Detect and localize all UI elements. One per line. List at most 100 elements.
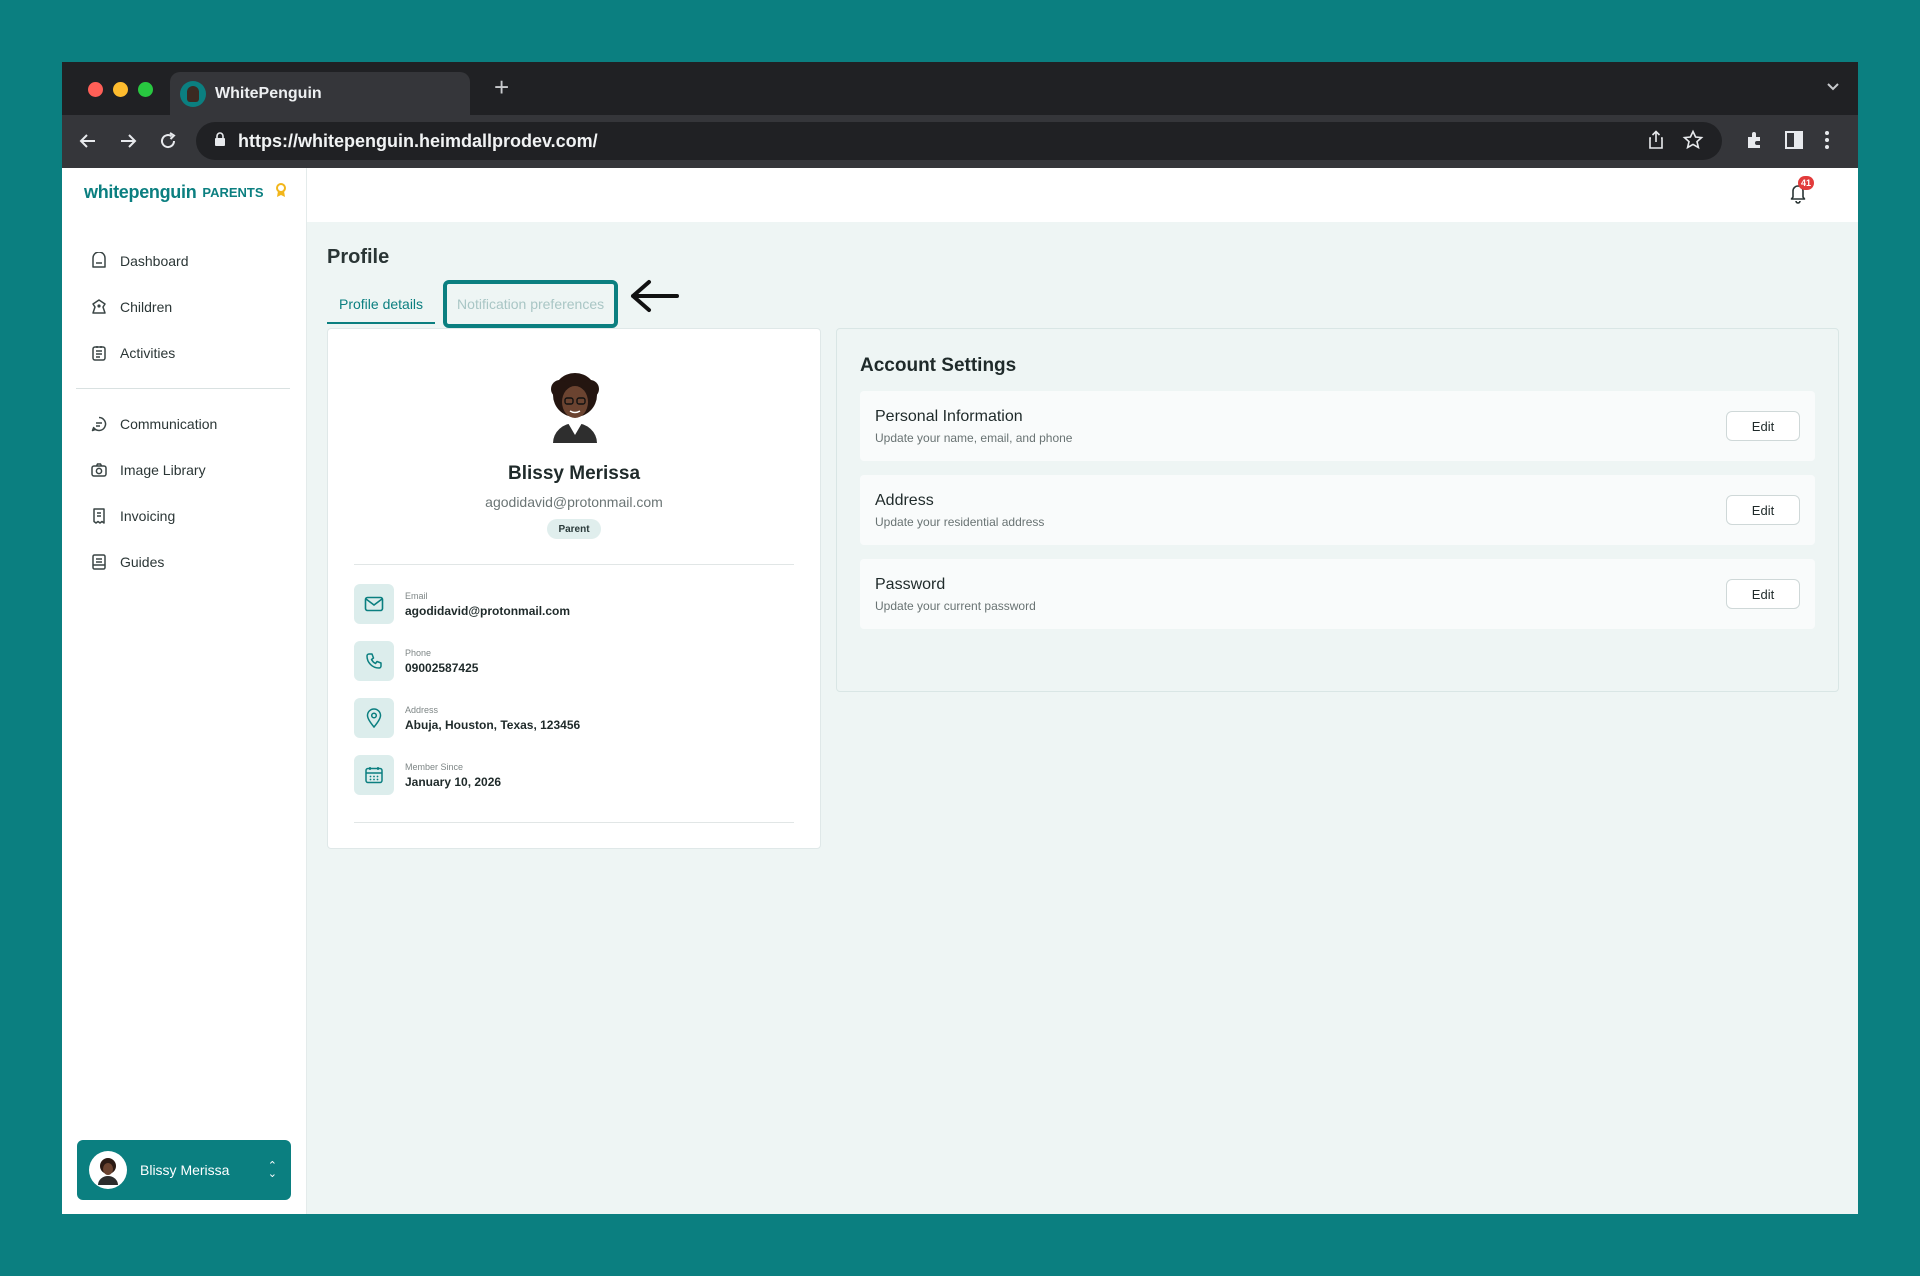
sidebar-item-label: Activities <box>120 345 176 361</box>
browser-window: WhitePenguin + https://whitepenguin.heim… <box>62 62 1858 1214</box>
sidebar: whitepenguin PARENTS Dashboard Children <box>62 168 307 1214</box>
notification-count-badge: 41 <box>1798 176 1814 190</box>
forward-icon[interactable] <box>116 129 140 153</box>
sidebar-item-label: Dashboard <box>120 253 189 269</box>
sidebar-item-activities[interactable]: Activities <box>90 330 290 376</box>
maximize-window-button[interactable] <box>138 82 153 97</box>
mail-icon <box>354 584 394 624</box>
sidebar-nav: Dashboard Children Activities Communicat… <box>76 238 290 585</box>
info-label: Email <box>405 590 428 601</box>
sidebar-item-invoicing[interactable]: Invoicing <box>90 493 290 539</box>
sidebar-item-label: Children <box>120 299 173 315</box>
profile-avatar <box>536 365 614 443</box>
app-root: whitepenguin PARENTS Dashboard Children <box>62 168 1858 1214</box>
favicon-icon <box>180 80 206 107</box>
avatar <box>89 1151 127 1189</box>
topbar: 41 <box>307 168 1858 222</box>
role-badge: Parent <box>547 519 601 539</box>
info-row-phone: Phone 09002587425 <box>354 641 794 681</box>
profile-tabs: Profile details Notification preferences <box>327 280 619 328</box>
award-icon <box>274 182 288 203</box>
profile-divider <box>354 822 794 823</box>
camera-icon <box>91 463 107 477</box>
side-panel-icon[interactable] <box>1784 129 1804 156</box>
info-row-member-since: Member Since January 10, 2026 <box>354 755 794 795</box>
bookmark-star-icon[interactable] <box>1682 129 1704 156</box>
arrow-left-icon <box>627 276 679 321</box>
setting-row-password: Password Update your current password Ed… <box>860 559 1815 629</box>
activities-icon <box>92 346 106 361</box>
dashboard-icon <box>92 252 106 268</box>
sidebar-item-label: Guides <box>120 554 165 570</box>
chevron-down-icon[interactable] <box>1826 80 1840 99</box>
info-row-email: Email agodidavid@protonmail.com <box>354 584 794 624</box>
browser-tab[interactable]: WhitePenguin <box>170 72 470 115</box>
profile-name: Blissy Merissa <box>507 463 641 484</box>
setting-title: Personal Information <box>875 408 1023 425</box>
tab-notification-preferences[interactable]: Notification preferences <box>443 280 619 328</box>
setting-description: Update your name, email, and phone <box>875 431 1073 445</box>
user-switcher[interactable]: Blissy Merissa ⌃ ⌄ <box>77 1140 291 1200</box>
location-icon <box>354 698 394 738</box>
info-row-address: Address Abuja, Houston, Texas, 123456 <box>354 698 794 738</box>
user-name: Blissy Merissa <box>140 1162 230 1178</box>
edit-personal-information-button[interactable]: Edit <box>1726 411 1800 441</box>
browser-toolbar: https://whitepenguin.heimdallprodev.com/ <box>62 115 1858 168</box>
sidebar-item-guides[interactable]: Guides <box>90 539 290 585</box>
info-value: Abuja, Houston, Texas, 123456 <box>405 717 581 732</box>
sidebar-item-dashboard[interactable]: Dashboard <box>90 238 290 284</box>
browser-tab-title: WhitePenguin <box>215 84 322 102</box>
sidebar-item-image-library[interactable]: Image Library <box>90 447 290 493</box>
info-label: Member Since <box>405 761 464 772</box>
setting-description: Update your current password <box>875 599 1036 613</box>
info-label: Phone <box>405 647 432 658</box>
edit-password-button[interactable]: Edit <box>1726 579 1800 609</box>
profile-email: agodidavid@protonmail.com <box>485 494 663 510</box>
chevron-up-down-icon: ⌃ ⌄ <box>267 1160 277 1180</box>
main-content: 41 Profile Profile details Notification … <box>307 168 1858 1214</box>
browser-tabbar: WhitePenguin + <box>62 62 1858 115</box>
close-window-button[interactable] <box>88 82 103 97</box>
extensions-icon[interactable] <box>1744 129 1766 156</box>
logo-subtitle: PARENTS <box>202 185 264 200</box>
info-label: Address <box>405 704 439 715</box>
info-value: January 10, 2026 <box>405 774 502 789</box>
sidebar-item-children[interactable]: Children <box>90 284 290 330</box>
sidebar-divider <box>76 388 290 389</box>
setting-title: Address <box>875 492 934 509</box>
page-title: Profile <box>327 246 390 268</box>
setting-description: Update your residential address <box>875 515 1045 529</box>
setting-title: Password <box>875 576 946 593</box>
sidebar-item-label: Image Library <box>120 462 206 478</box>
back-icon[interactable] <box>76 129 100 153</box>
calendar-icon <box>354 755 394 795</box>
profile-divider <box>354 564 794 565</box>
account-settings-title: Account Settings <box>860 355 1017 376</box>
chat-icon <box>91 416 107 432</box>
info-value: 09002587425 <box>405 660 479 675</box>
guide-icon <box>92 554 106 570</box>
edit-address-button[interactable]: Edit <box>1726 495 1800 525</box>
setting-row-personal-information: Personal Information Update your name, e… <box>860 391 1815 461</box>
new-tab-icon[interactable]: + <box>494 74 509 100</box>
logo[interactable]: whitepenguin PARENTS <box>84 182 288 203</box>
phone-icon <box>354 641 394 681</box>
logo-wordmark: whitepenguin <box>84 182 197 202</box>
account-settings-card: Account Settings Personal Information Up… <box>836 328 1839 692</box>
share-icon[interactable] <box>1646 129 1666 156</box>
minimize-window-button[interactable] <box>113 82 128 97</box>
profile-card: Blissy Merissa agodidavid@protonmail.com… <box>327 328 821 849</box>
reload-icon[interactable] <box>156 129 180 153</box>
invoice-icon <box>93 508 105 524</box>
kebab-menu-icon[interactable] <box>1824 129 1830 156</box>
sidebar-item-label: Communication <box>120 416 218 432</box>
sidebar-item-communication[interactable]: Communication <box>90 401 290 447</box>
tab-profile-details[interactable]: Profile details <box>327 286 436 324</box>
children-icon <box>92 299 106 314</box>
info-value: agodidavid@protonmail.com <box>405 603 571 618</box>
url-bar[interactable]: https://whitepenguin.heimdallprodev.com/ <box>196 122 1722 160</box>
setting-row-address: Address Update your residential address … <box>860 475 1815 545</box>
url-text: https://whitepenguin.heimdallprodev.com/ <box>238 130 598 151</box>
lock-icon <box>214 131 226 151</box>
sidebar-item-label: Invoicing <box>120 508 176 524</box>
